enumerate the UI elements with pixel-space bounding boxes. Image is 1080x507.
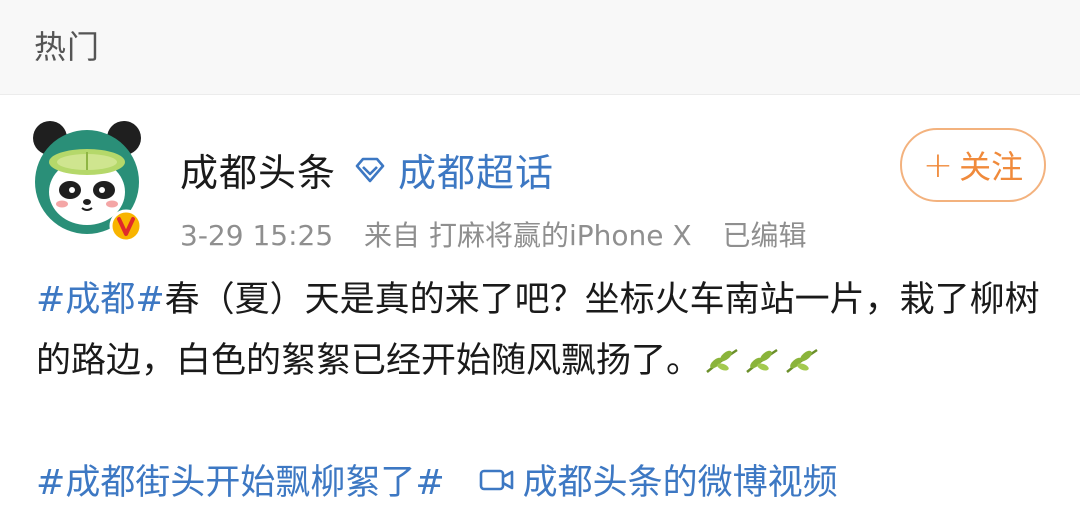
- video-icon: [479, 469, 513, 490]
- willow-leaf-icon: [706, 348, 738, 373]
- follow-label: 关注: [959, 148, 1024, 186]
- plus-icon: +: [922, 144, 954, 186]
- post-time: 3-29 15:25: [180, 219, 334, 252]
- panda-avatar-icon: [33, 121, 143, 243]
- avatar[interactable]: [30, 116, 146, 244]
- willow-leaf-icon: [746, 348, 778, 373]
- willow-leaf-icon: [786, 348, 818, 373]
- video-label: 成都头条的微博视频: [522, 463, 838, 503]
- post-meta: 3-29 15:25 来自 打麻将赢的iPhone X 已编辑: [180, 214, 828, 254]
- super-topic-link[interactable]: 成都超话: [354, 142, 554, 197]
- post-footer: #成都街头开始飘柳絮了# 成都头条的微博视频: [36, 454, 838, 505]
- hashtag-link[interactable]: #成都#: [36, 280, 165, 320]
- diamond-icon: [355, 157, 385, 182]
- edited-label[interactable]: 已编辑: [722, 219, 806, 252]
- section-header: 热门: [0, 0, 1080, 95]
- video-link[interactable]: 成都头条的微博视频: [479, 454, 838, 505]
- author-name[interactable]: 成都头条: [180, 142, 336, 197]
- post-source[interactable]: 来自 打麻将赢的iPhone X: [364, 219, 692, 252]
- super-topic-label: 成都超话: [398, 151, 555, 195]
- post-body: 春（夏）天是真的来了吧？坐标火车南站一片，栽了柳树的路边，白色的絮絮已经开始随风…: [36, 280, 1040, 381]
- section-title: 热门: [34, 28, 101, 66]
- post-text: #成都#春（夏）天是真的来了吧？坐标火车南站一片，栽了柳树的路边，白色的絮絮已经…: [36, 270, 1046, 392]
- follow-button[interactable]: + 关注: [900, 128, 1046, 202]
- footer-hashtag-link[interactable]: #成都街头开始飘柳絮了#: [36, 454, 445, 505]
